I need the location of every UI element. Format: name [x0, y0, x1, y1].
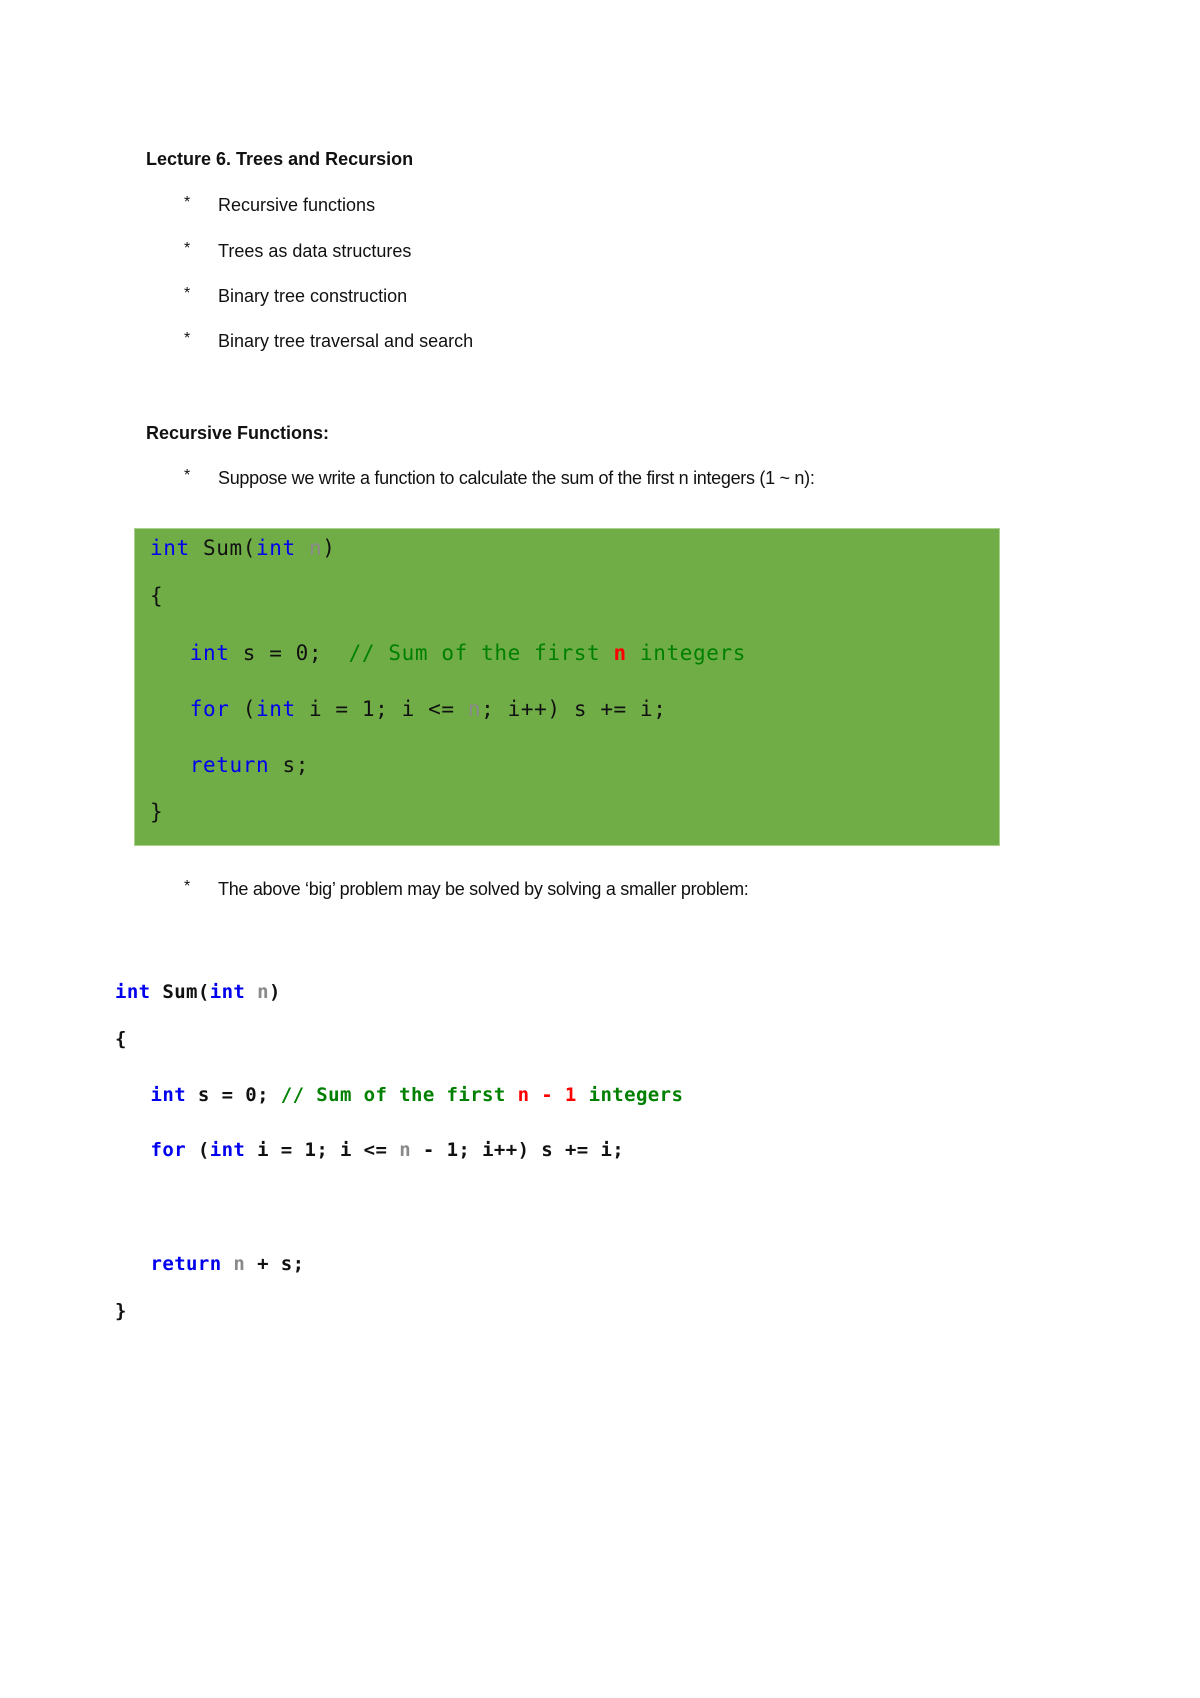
code-keyword: return: [189, 753, 270, 777]
code-keyword: int: [150, 1084, 187, 1106]
code-text: }: [115, 1300, 127, 1322]
bullet-asterisk: *: [184, 878, 191, 895]
code-comment: integers: [576, 1084, 684, 1106]
code-keyword: int: [255, 536, 296, 560]
code-highlight: n: [613, 641, 627, 665]
code-text: i = 1; i <=: [295, 697, 468, 721]
section-heading: Recursive Functions:: [146, 423, 330, 443]
code-parameter: n: [257, 981, 269, 1003]
code-keyword: for: [150, 1139, 187, 1161]
code-keyword: int: [115, 981, 151, 1003]
code-line: int s = 0; // Sum of the first n - 1 int…: [115, 1084, 683, 1106]
code-line: int s = 0; // Sum of the first n integer…: [150, 641, 746, 665]
code-text: ): [322, 536, 336, 560]
code-text: {: [150, 584, 164, 608]
code-keyword: int: [209, 1139, 246, 1161]
code-line: for (int i = 1; i <= n; i++) s += i;: [150, 697, 667, 721]
code-text: {: [115, 1028, 127, 1050]
section-point-text: Suppose we write a function to calculate…: [218, 468, 815, 488]
code-keyword: int: [150, 536, 190, 560]
outline-item-text: Binary tree construction: [218, 286, 408, 306]
code-text: - 1; i++) s += i;: [411, 1139, 625, 1161]
code-comment: // Sum of the first: [348, 641, 614, 665]
bullet-asterisk: *: [184, 467, 191, 484]
outline-item-text: Binary tree traversal and search: [218, 331, 474, 351]
code-line: int Sum(int n): [115, 981, 281, 1003]
code-keyword: int: [189, 641, 230, 665]
code-text: s = 0;: [186, 1084, 281, 1106]
code-text: (: [229, 697, 256, 721]
code-parameter: n: [399, 1139, 412, 1161]
code-text: Sum(: [150, 981, 210, 1003]
code-comment: // Sum of the first: [280, 1084, 518, 1106]
code-text: (: [186, 1139, 210, 1161]
code-text: i = 1; i <=: [245, 1139, 400, 1161]
code-highlight: n - 1: [517, 1084, 577, 1106]
code-line: int Sum(int n): [150, 536, 335, 560]
code-line: {: [115, 1028, 127, 1050]
code-line: return s;: [150, 753, 309, 777]
code-parameter: n: [467, 697, 482, 721]
code-keyword: int: [255, 697, 296, 721]
section-point-text: The above ‘big’ problem may be solved by…: [218, 879, 749, 899]
outline-item-text: Trees as data structures: [218, 241, 412, 261]
code-text: }: [150, 800, 164, 824]
bullet-asterisk: *: [184, 330, 191, 347]
code-text: Sum(: [189, 536, 256, 560]
code-text: ): [268, 981, 281, 1003]
code-line: return n + s;: [115, 1253, 305, 1275]
bullet-asterisk: *: [184, 285, 191, 302]
code-text: + s;: [245, 1253, 305, 1275]
code-comment: integers: [626, 641, 746, 665]
code-line: {: [150, 584, 163, 608]
bullet-asterisk: *: [184, 194, 191, 211]
code-text: s = 0;: [229, 641, 349, 665]
code-text: s;: [269, 753, 309, 777]
code-keyword: return: [150, 1253, 222, 1275]
document-page: Lecture 6. Trees and Recursion * Recursi…: [0, 0, 1200, 1698]
code-parameter: n: [308, 536, 323, 560]
code-keyword: for: [189, 697, 230, 721]
document-title: Lecture 6. Trees and Recursion: [146, 149, 414, 169]
code-box-highlighted: [134, 528, 1000, 846]
code-line: }: [150, 800, 163, 824]
code-text: ; i++) s += i;: [481, 697, 667, 721]
outline-item-text: Recursive functions: [218, 195, 376, 215]
bullet-asterisk: *: [184, 240, 191, 257]
code-parameter: n: [233, 1253, 246, 1275]
code-keyword: int: [209, 981, 246, 1003]
code-line: }: [115, 1300, 127, 1322]
code-line: for (int i = 1; i <= n - 1; i++) s += i;: [115, 1139, 624, 1161]
